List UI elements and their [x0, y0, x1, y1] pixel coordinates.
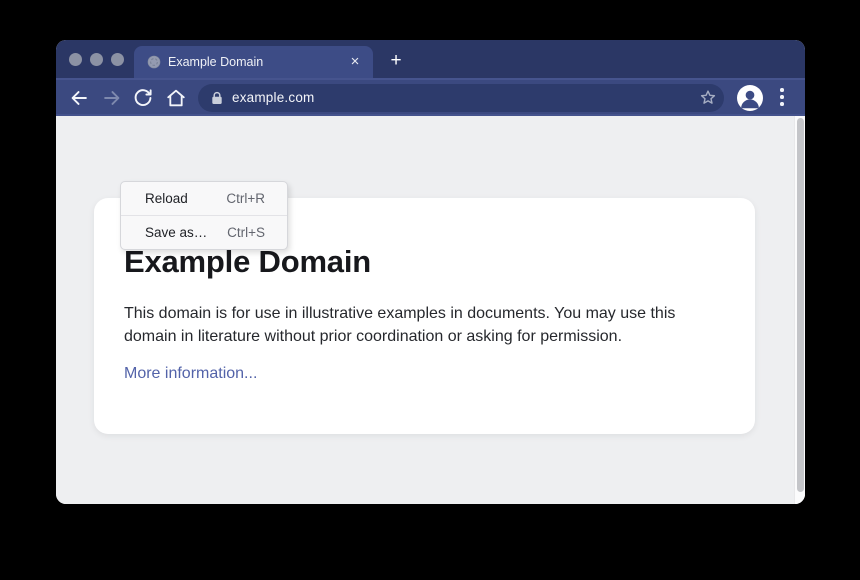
browser-window: Example Domain × +	[56, 40, 805, 504]
url-text: example.com	[232, 84, 314, 112]
scrollbar-thumb[interactable]	[797, 118, 804, 492]
menu-item-label: Reload	[145, 191, 188, 206]
menu-item-reload[interactable]: Reload Ctrl+R	[121, 182, 287, 215]
menu-item-save-as[interactable]: Save as… Ctrl+S	[121, 216, 287, 249]
page-viewport: Example Domain This domain is for use in…	[56, 116, 805, 504]
browser-tab[interactable]: Example Domain ×	[134, 46, 373, 78]
window-minimize-button[interactable]	[90, 53, 103, 66]
context-menu: Reload Ctrl+R Save as… Ctrl+S	[120, 181, 288, 250]
home-icon[interactable]	[165, 87, 187, 109]
window-controls	[69, 53, 124, 66]
new-tab-button[interactable]: +	[386, 51, 406, 71]
window-close-button[interactable]	[69, 53, 82, 66]
address-bar[interactable]: example.com	[198, 84, 724, 112]
lock-icon[interactable]	[211, 91, 223, 105]
profile-avatar[interactable]	[737, 85, 763, 111]
window-zoom-button[interactable]	[111, 53, 124, 66]
scrollbar-track[interactable]	[794, 116, 805, 504]
tab-close-icon[interactable]: ×	[345, 52, 365, 72]
reload-icon[interactable]	[132, 87, 154, 109]
toolbar: example.com	[56, 78, 805, 116]
bookmark-star-icon[interactable]	[698, 88, 718, 108]
browser-menu-icon[interactable]	[780, 88, 784, 106]
forward-icon[interactable]	[101, 87, 123, 109]
menu-item-shortcut: Ctrl+S	[227, 225, 265, 240]
back-icon[interactable]	[68, 87, 90, 109]
menu-item-label: Save as…	[145, 225, 207, 240]
tab-title: Example Domain	[168, 46, 263, 78]
favicon-icon	[147, 55, 161, 69]
page-paragraph: This domain is for use in illustrative e…	[124, 303, 709, 348]
menu-item-shortcut: Ctrl+R	[226, 191, 265, 206]
more-information-link[interactable]: More information...	[124, 365, 257, 383]
titlebar: Example Domain × +	[56, 40, 805, 78]
